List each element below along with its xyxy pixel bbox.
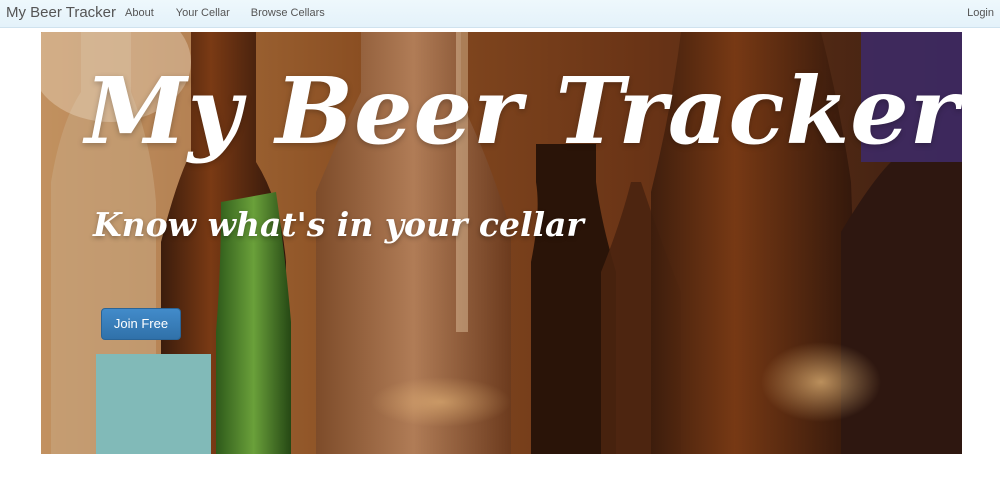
hero-subtitle: Know what's in your cellar bbox=[93, 205, 584, 244]
brand-link[interactable]: My Beer Tracker bbox=[6, 4, 116, 21]
nav-link-browse-cellars[interactable]: Browse Cellars bbox=[251, 7, 325, 19]
login-link[interactable]: Login bbox=[967, 7, 994, 19]
hero-banner: My Beer Tracker Know what's in your cell… bbox=[41, 32, 962, 454]
nav-link-your-cellar[interactable]: Your Cellar bbox=[176, 7, 230, 19]
hero-title: My Beer Tracker bbox=[85, 57, 960, 165]
nav-links: About Your Cellar Browse Cellars bbox=[125, 7, 325, 19]
join-free-button[interactable]: Join Free bbox=[101, 308, 181, 340]
nav-link-about[interactable]: About bbox=[125, 7, 154, 19]
top-navbar: My Beer Tracker About Your Cellar Browse… bbox=[0, 0, 1000, 28]
